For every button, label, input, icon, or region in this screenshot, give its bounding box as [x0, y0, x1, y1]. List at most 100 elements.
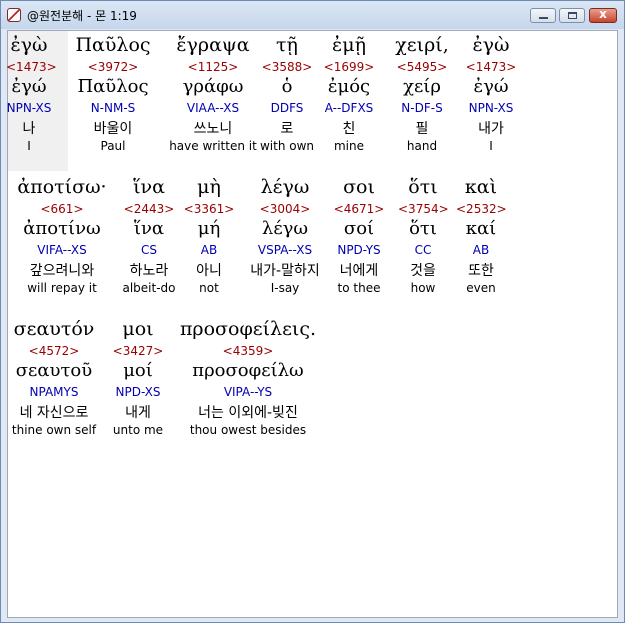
greek-word: ἐμῇ	[332, 34, 366, 56]
parsing-code: N-DF-S	[401, 101, 443, 115]
minimize-icon	[539, 17, 548, 19]
greek-word: μὴ	[197, 176, 221, 198]
korean-gloss: 너는 이외에-빚진	[198, 405, 298, 421]
close-icon: x	[599, 7, 607, 21]
lemma: ἀποτίνω	[23, 218, 101, 239]
korean-gloss: 하노라	[129, 263, 169, 279]
greek-word: ἵνα	[133, 176, 165, 198]
greek-word: λέγω	[260, 176, 310, 198]
english-gloss: Paul	[100, 139, 126, 153]
greek-word: ὅτι	[408, 176, 438, 198]
word-entry[interactable]: ἵνα <2443> ἵνα CS 하노라 albeit-do	[116, 176, 182, 296]
lemma: ἐγώ	[11, 76, 47, 97]
app-window: @원전분해 - 몬 1:19 x ἐγὼ <1473> ἐγώ NPN-XS 나…	[0, 0, 625, 623]
lemma: ὅτι	[409, 218, 437, 239]
english-gloss: even	[466, 281, 496, 295]
korean-gloss: 친	[342, 121, 356, 137]
word-entry[interactable]: ἀποτίσω· <661> ἀποτίνω VIFA--XS 갚으려니와 wi…	[8, 176, 116, 296]
greek-word: σεαυτόν	[13, 318, 95, 340]
english-gloss: how	[410, 281, 436, 295]
greek-word: σοι	[343, 176, 375, 198]
korean-gloss: 아니	[196, 263, 222, 279]
greek-word: ἐγὼ	[472, 34, 510, 56]
app-icon[interactable]	[7, 8, 21, 22]
korean-gloss: 너에게	[339, 263, 379, 279]
english-gloss: thine own self	[11, 423, 97, 437]
lemma: λέγω	[261, 218, 309, 239]
window-title: @원전분해 - 몬 1:19	[27, 9, 137, 23]
korean-gloss: 내가	[478, 121, 504, 137]
korean-gloss: 내게	[125, 405, 151, 421]
title-bar[interactable]: @원전분해 - 몬 1:19 x	[1, 1, 624, 29]
parsing-code: NPD-XS	[115, 385, 161, 399]
lemma: ἐγώ	[473, 76, 509, 97]
parsing-code: NPN-XS	[468, 101, 514, 115]
lemma: μοί	[123, 360, 153, 381]
english-gloss: mine	[333, 139, 364, 153]
korean-gloss: 바울이	[93, 121, 133, 137]
greek-word: Παῦλος	[75, 34, 151, 56]
close-button[interactable]: x	[589, 7, 617, 23]
word-entry[interactable]: τῇ <3588> ὁ DDFS 로 with own	[259, 34, 315, 154]
lemma: ὁ	[281, 76, 293, 97]
word-entry[interactable]: ὅτι <3754> ὅτι CC 것을 how	[398, 176, 449, 296]
greek-word: τῇ	[276, 34, 298, 56]
interlinear-pane[interactable]: ἐγὼ <1473> ἐγώ NPN-XS 나 I Παῦλος <3972> …	[6, 30, 618, 618]
maximize-button[interactable]	[559, 8, 585, 23]
word-entry[interactable]: ἔγραψα <1125> γράφω VIAA--XS 쓰노니 have wr…	[163, 34, 263, 154]
lemma: Παῦλος	[77, 76, 149, 97]
word-entry[interactable]: μοι <3427> μοί NPD-XS 내게 unto me	[108, 318, 168, 438]
korean-gloss: 로	[280, 121, 294, 137]
korean-gloss: 쓰노니	[193, 121, 233, 137]
lemma: χείρ	[403, 76, 441, 97]
word-entry[interactable]: σεαυτόν <4572> σεαυτοῦ NPAMYS 네 자신으로 thi…	[8, 318, 100, 438]
greek-word: μοι	[122, 318, 154, 340]
lemma: σοί	[343, 218, 375, 239]
greek-word: προσοφείλεις.	[179, 318, 317, 340]
korean-gloss: 필	[415, 121, 429, 137]
english-gloss: with own	[259, 139, 315, 153]
lemma: προσοφείλω	[192, 360, 304, 381]
word-entry[interactable]: χειρί, <5495> χείρ N-DF-S 필 hand	[390, 34, 454, 154]
korean-gloss: 나	[22, 121, 36, 137]
parsing-code: NPAMYS	[29, 385, 79, 399]
word-entry[interactable]: ἐμῇ <1699> ἐμός A--DFXS 친 mine	[321, 34, 377, 154]
word-entry[interactable]: καὶ <2532> καί AB 또한 even	[456, 176, 507, 296]
parsing-code: VSPA--XS	[257, 243, 313, 257]
english-gloss: I-say	[270, 281, 300, 295]
word-entry[interactable]: Παῦλος <3972> Παῦλος N-NM-S 바울이 Paul	[71, 34, 155, 154]
parsing-code: NPD-YS	[337, 243, 381, 257]
english-gloss: have written it	[169, 139, 257, 153]
lemma: ἐμός	[327, 76, 371, 97]
english-gloss: albeit-do	[122, 281, 176, 295]
parsing-code: VIPA--YS	[223, 385, 273, 399]
english-gloss: will repay it	[27, 281, 97, 295]
parsing-code: AB	[200, 243, 218, 257]
korean-gloss: 네 자신으로	[19, 405, 89, 421]
word-entry[interactable]: προσοφείλεις. <4359> προσοφείλω VIPA--YS…	[174, 318, 322, 438]
minimize-button[interactable]	[530, 8, 556, 23]
korean-gloss: 또한	[468, 263, 494, 279]
english-gloss: I	[489, 139, 493, 153]
word-entry[interactable]: λέγω <3004> λέγω VSPA--XS 내가-말하지 I-say	[238, 176, 332, 296]
greek-word: καὶ	[464, 176, 498, 198]
word-entry[interactable]: μὴ <3361> μή AB 아니 not	[182, 176, 236, 296]
english-gloss: not	[199, 281, 219, 295]
word-entry[interactable]: ἐγὼ <1473> ἐγώ NPN-XS 내가 I	[459, 34, 523, 154]
greek-word: ἀποτίσω·	[17, 176, 107, 198]
english-gloss: unto me	[112, 423, 164, 437]
korean-gloss: 내가-말하지	[250, 263, 320, 279]
parsing-code: CS	[141, 243, 157, 257]
english-gloss: thou owest besides	[189, 423, 307, 437]
greek-word: ἐγὼ	[10, 34, 48, 56]
parsing-code: CC	[414, 243, 432, 257]
maximize-icon	[568, 12, 577, 19]
lemma: γράφω	[182, 76, 244, 97]
word-entry[interactable]: ἐγὼ <1473> ἐγώ NPN-XS 나 I	[6, 34, 57, 154]
parsing-code: VIFA--XS	[37, 243, 87, 257]
greek-word: χειρί,	[395, 34, 449, 56]
word-entry[interactable]: σοι <4671> σοί NPD-YS 너에게 to thee	[331, 176, 387, 296]
parsing-code: AB	[472, 243, 490, 257]
parsing-code: DDFS	[270, 101, 304, 115]
lemma: καί	[465, 218, 497, 239]
